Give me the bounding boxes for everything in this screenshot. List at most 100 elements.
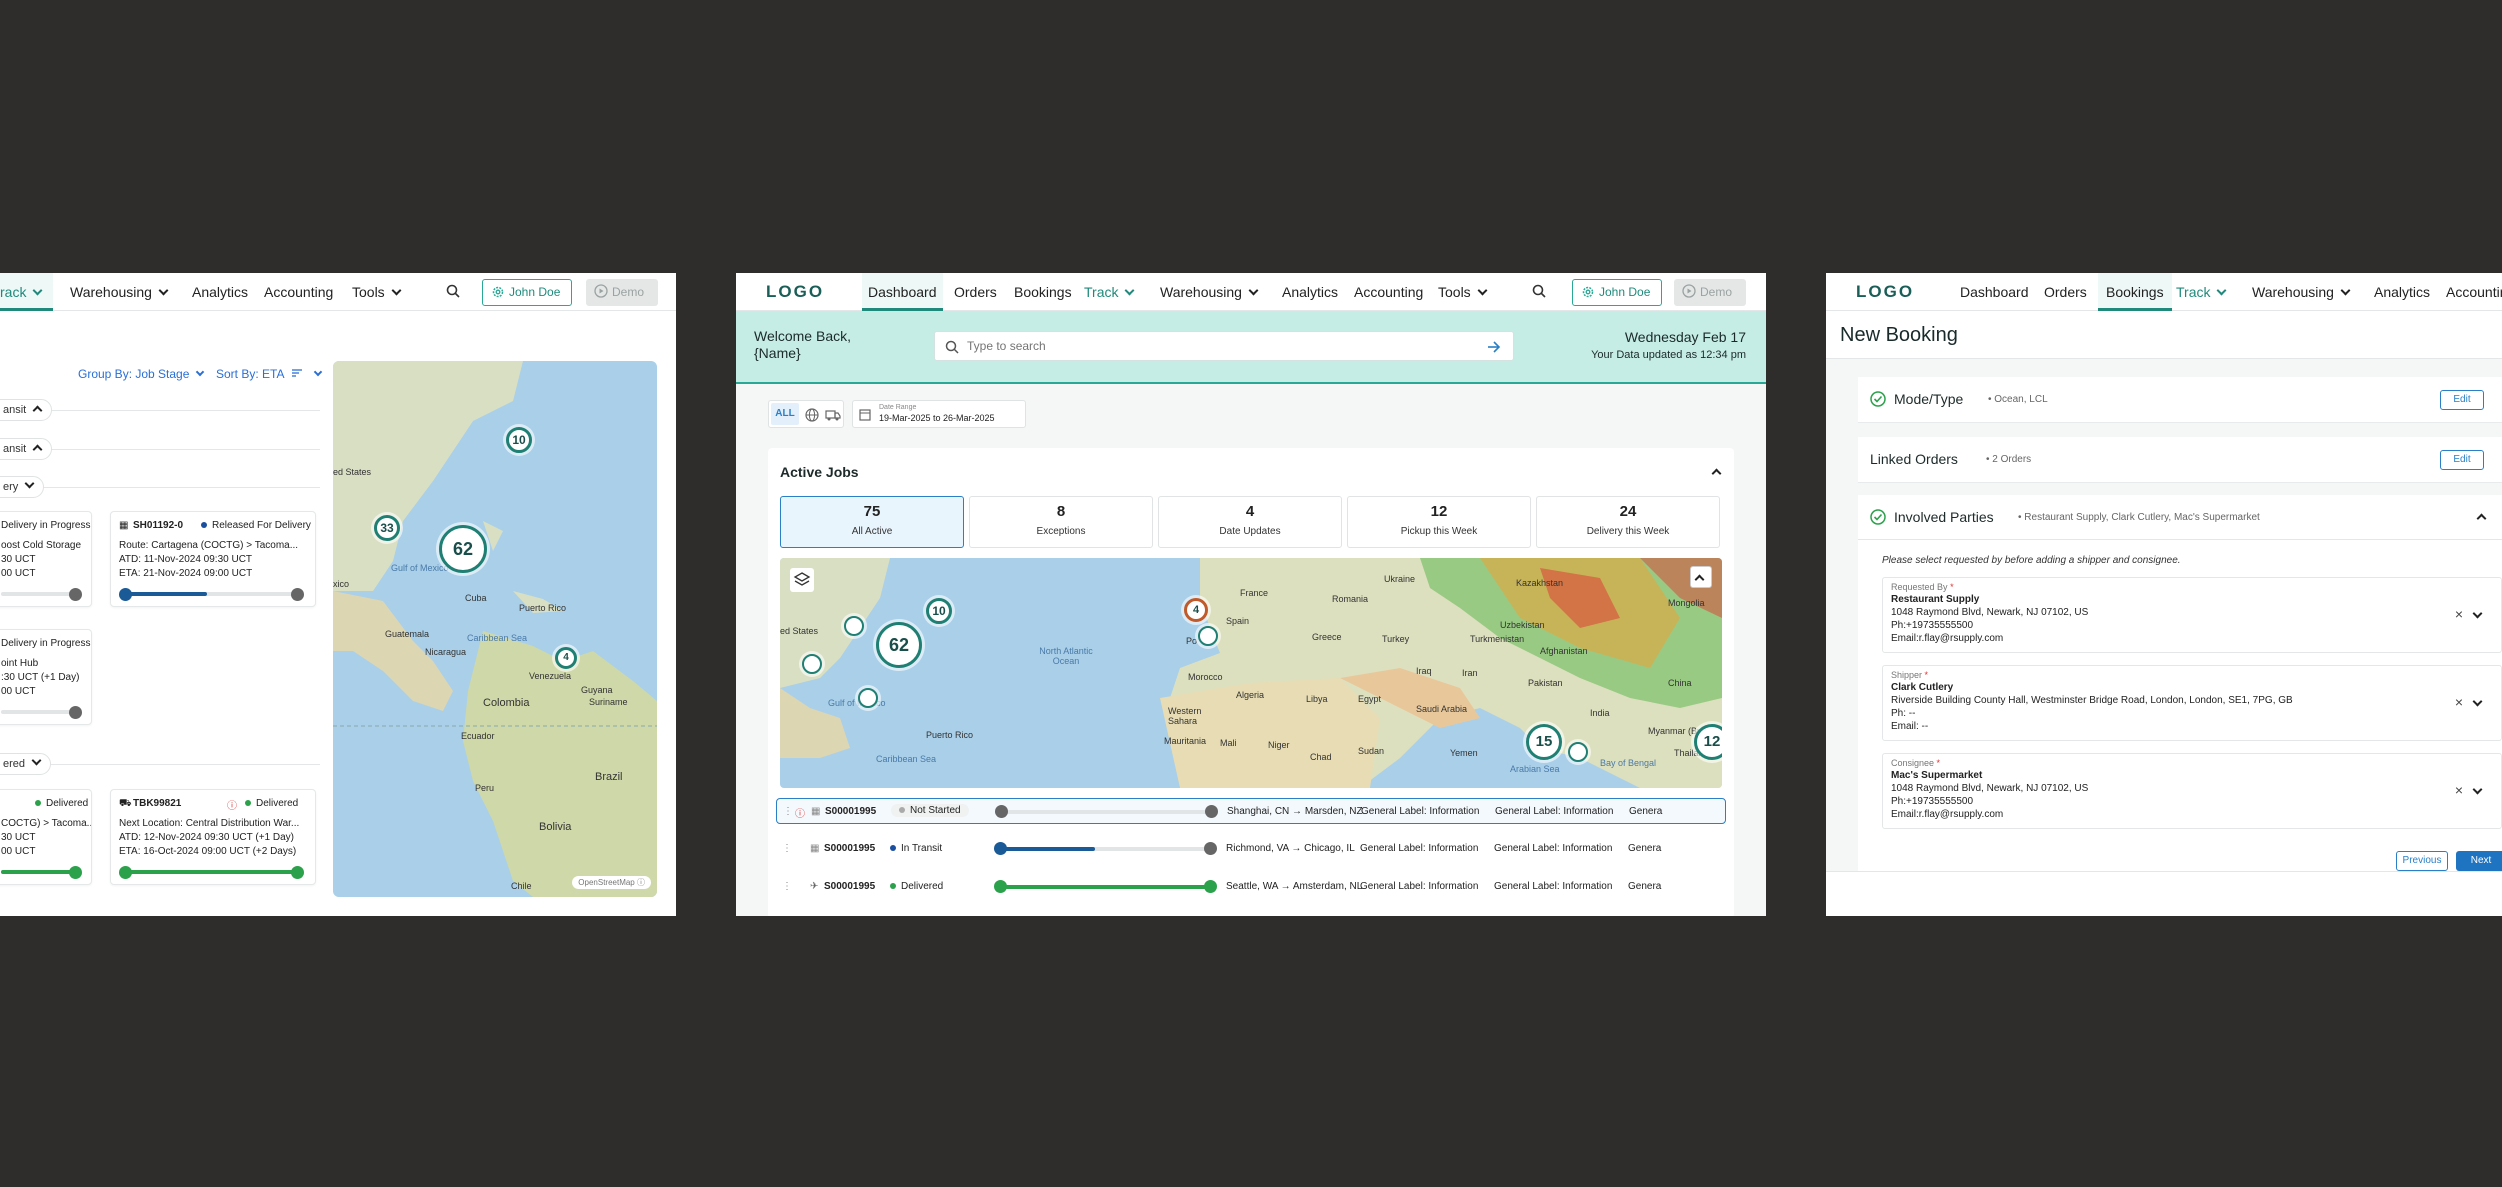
chevron-down-icon[interactable] (2472, 696, 2483, 707)
job-card[interactable]: ⛟ TBK99821 ⓘ Delivered Next Location: Ce… (110, 789, 316, 885)
nav-warehousing[interactable]: Warehousing (2252, 273, 2351, 311)
logo[interactable]: LOGO (1856, 273, 1914, 311)
map-marker-icon[interactable] (858, 688, 878, 708)
job-row[interactable]: ⋮ ✈ S00001995 Delivered Seattle, WA → Am… (776, 874, 1726, 900)
stat-date-updates[interactable]: 4 Date Updates (1158, 496, 1342, 548)
job-card[interactable]: ▦ SH01192-0 Released For Delivery Route:… (110, 511, 316, 607)
globe-icon[interactable] (805, 408, 819, 422)
date-range-picker[interactable]: Date Range 19-Mar-2025 to 26-Mar-2025 (852, 400, 1026, 428)
stage-toggle[interactable]: ansit (0, 399, 53, 421)
nav-track[interactable]: rack (0, 273, 54, 311)
nav-analytics[interactable]: Analytics (192, 273, 248, 311)
demo-button[interactable]: Demo (586, 279, 658, 306)
map-marker-icon[interactable] (802, 654, 822, 674)
demo-button[interactable]: Demo (1674, 279, 1746, 306)
map-cluster[interactable]: 33 (374, 515, 400, 541)
nav-warehousing[interactable]: Warehousing (70, 273, 169, 311)
stat-delivery-week[interactable]: 24 Delivery this Week (1536, 496, 1720, 548)
map-expand-button[interactable] (1690, 566, 1712, 588)
collapse-icon[interactable] (1711, 468, 1722, 479)
chevron-down-icon[interactable] (2472, 784, 2483, 795)
edit-button[interactable]: Edit (2440, 390, 2484, 410)
nav-accounting[interactable]: Accountin (2446, 273, 2502, 311)
map-marker-icon[interactable] (844, 616, 864, 636)
current-date: Wednesday Feb 17 (1624, 329, 1746, 345)
route-progress (1000, 885, 1210, 889)
map-cluster[interactable]: 62 (876, 622, 922, 668)
job-card[interactable]: Delivery in Progress oint Hub :30 UCT (+… (0, 629, 92, 725)
stage-toggle[interactable]: ered (0, 753, 52, 775)
map-cluster[interactable]: 4 (1184, 598, 1208, 622)
collapse-icon[interactable] (2476, 513, 2487, 524)
shipment-map[interactable]: ed States Gulf of Mexico xico Cuba Puert… (333, 361, 657, 897)
nav-bookings[interactable]: Bookings (1014, 273, 1072, 311)
map-label: China (1668, 678, 1692, 688)
filter-all-button[interactable]: ALL (771, 403, 799, 425)
nav-accounting[interactable]: Accounting (1354, 273, 1423, 311)
user-button[interactable]: John Doe (1572, 279, 1662, 306)
section-linked-orders[interactable]: Linked Orders • 2 Orders Edit (1858, 437, 2502, 483)
jobs-map[interactable]: ed States Gulf of Mexico Puerto Rico Car… (780, 558, 1722, 788)
map-marker-icon[interactable] (1568, 742, 1588, 762)
sort-by-dropdown[interactable]: Sort By: ETA (216, 367, 322, 381)
user-button[interactable]: John Doe (482, 279, 572, 306)
search-bar[interactable] (934, 331, 1514, 361)
nav-track[interactable]: Track (1084, 273, 1135, 311)
nav-warehousing[interactable]: Warehousing (1160, 273, 1259, 311)
requested-by-field[interactable]: Requested By * Restaurant Supply 1048 Ra… (1882, 577, 2502, 653)
top-nav: LOGO Dashboard Orders Bookings Track War… (1826, 273, 2502, 311)
nav-track[interactable]: Track (2176, 273, 2227, 311)
next-button[interactable]: Next (2456, 851, 2502, 871)
nav-bookings[interactable]: Bookings (2098, 273, 2172, 311)
nav-orders[interactable]: Orders (2044, 273, 2087, 311)
job-card[interactable]: Delivery in Progress oost Cold Storage 3… (0, 511, 92, 607)
map-cluster[interactable]: 4 (555, 647, 577, 669)
job-card[interactable]: Delivered COCTG) > Tacoma... 30 UCT 00 U… (0, 789, 92, 885)
job-row[interactable]: ⋮ ⓘ ▦ S00001995 Not Started Shanghai, CN… (776, 798, 1726, 824)
progress-fill (125, 870, 295, 874)
map-cluster[interactable]: 10 (926, 598, 952, 624)
search-icon[interactable] (446, 284, 460, 298)
stat-pickup-week[interactable]: 12 Pickup this Week (1347, 496, 1531, 548)
nav-tools[interactable]: Tools (352, 273, 402, 311)
edit-button[interactable]: Edit (2440, 450, 2484, 470)
previous-button[interactable]: Previous (2396, 851, 2448, 871)
user-name: John Doe (509, 285, 561, 299)
consignee-field[interactable]: Consignee * Mac's Supermarket 1048 Raymo… (1882, 753, 2502, 829)
layers-button[interactable] (790, 568, 814, 592)
map-marker-icon[interactable] (1198, 626, 1218, 646)
search-icon[interactable] (1532, 284, 1546, 298)
nav-analytics[interactable]: Analytics (2374, 273, 2430, 311)
map-cluster[interactable]: 15 (1526, 724, 1562, 760)
drag-handle-icon[interactable]: ⋮ (782, 881, 792, 892)
map-cluster[interactable]: 62 (439, 525, 487, 573)
nav-orders[interactable]: Orders (954, 273, 997, 311)
section-mode-type[interactable]: Mode/Type • Ocean, LCL Edit (1858, 377, 2502, 423)
truck-icon[interactable] (825, 408, 841, 422)
nav-tools[interactable]: Tools (1438, 273, 1488, 311)
stage-toggle[interactable]: ery (0, 476, 45, 498)
divider (1858, 539, 2502, 540)
nav-accounting[interactable]: Accounting (264, 273, 333, 311)
map-cluster[interactable]: 12 (1694, 724, 1722, 760)
group-by-dropdown[interactable]: Group By: Job Stage (78, 367, 205, 381)
job-row[interactable]: ⋮ ▦ S00001995 In Transit Richmond, VA → … (776, 836, 1726, 862)
stat-exceptions[interactable]: 8 Exceptions (969, 496, 1153, 548)
chevron-down-icon[interactable] (2472, 608, 2483, 619)
map-cluster[interactable]: 10 (506, 427, 532, 453)
clear-icon[interactable]: × (2455, 606, 2463, 622)
nav-dashboard[interactable]: Dashboard (862, 273, 943, 311)
clear-icon[interactable]: × (2455, 782, 2463, 798)
stat-all-active[interactable]: 75 All Active (780, 496, 964, 548)
drag-handle-icon[interactable]: ⋮ (782, 843, 792, 854)
nav-dashboard[interactable]: Dashboard (1960, 273, 2029, 311)
drag-handle-icon[interactable]: ⋮ (783, 806, 793, 817)
logo[interactable]: LOGO (766, 273, 824, 311)
nav-analytics[interactable]: Analytics (1282, 273, 1338, 311)
arrow-right-icon[interactable] (1487, 340, 1501, 354)
search-input[interactable] (967, 337, 1467, 355)
shipper-field[interactable]: Shipper * Clark Cutlery Riverside Buildi… (1882, 665, 2502, 741)
stage-toggle[interactable]: ansit (0, 438, 53, 460)
map-label: Uzbekistan (1500, 620, 1545, 630)
clear-icon[interactable]: × (2455, 694, 2463, 710)
